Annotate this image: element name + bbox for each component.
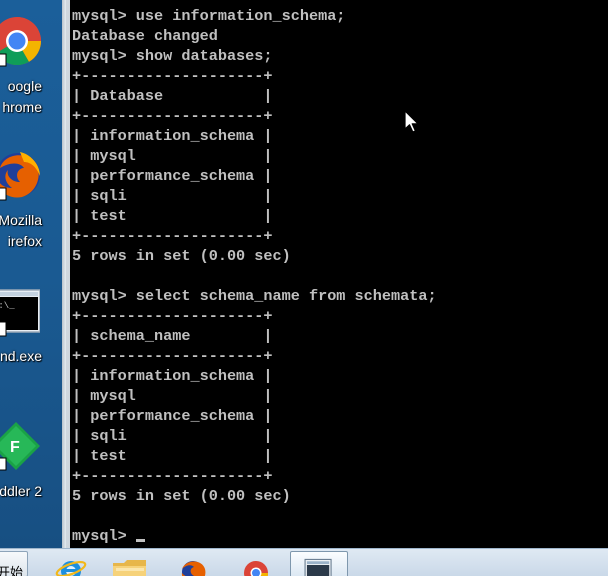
desktop-icon-label: nd.exe (0, 348, 42, 364)
console-prompt: mysql> (72, 527, 136, 545)
console-line: 5 rows in set (0.00 sec) (72, 487, 291, 505)
console-line: +--------------------+ (72, 227, 273, 245)
console-window-border (62, 0, 66, 548)
desktop-icon-label: hrome (2, 99, 42, 115)
cmd-icon: C:\_ (0, 289, 40, 337)
screen: oogle hrome Mozilla irefox C:\_ nd.exe (0, 0, 608, 576)
console-line: | Database | (72, 87, 273, 105)
console-line: mysql> select schema_name from schemata; (72, 287, 437, 305)
console-line: | mysql | (72, 387, 273, 405)
fiddler-icon: F (0, 422, 40, 471)
console-line: mysql> show databases; (72, 47, 273, 65)
console-line: +--------------------+ (72, 67, 273, 85)
console-line: +--------------------+ (72, 307, 273, 325)
chrome-icon (0, 17, 42, 67)
internet-explorer-icon (55, 560, 87, 576)
console-line: +--------------------+ (72, 107, 273, 125)
desktop: oogle hrome Mozilla irefox C:\_ nd.exe (0, 0, 62, 548)
console-line: Database changed (72, 27, 218, 45)
firefox-icon (0, 152, 40, 201)
console-line: | information_schema | (72, 367, 273, 385)
console-line: | schema_name | (72, 327, 273, 345)
console-line: | sqli | (72, 427, 273, 445)
console-line: 5 rows in set (0.00 sec) (72, 247, 291, 265)
mouse-cursor-icon (404, 110, 419, 133)
console-output[interactable]: mysql> use information_schema; Database … (70, 0, 608, 548)
taskbar-chrome[interactable] (234, 555, 274, 576)
taskbar-file-explorer[interactable] (110, 555, 150, 576)
console-line: | mysql | (72, 147, 273, 165)
console-line: mysql> use information_schema; (72, 7, 346, 25)
svg-text:F: F (10, 439, 20, 456)
start-button-label: 开始 (0, 566, 24, 576)
desktop-icon-label: ddler 2 (0, 483, 42, 499)
desktop-icon-chrome[interactable]: oogle hrome (0, 14, 62, 124)
text-cursor (135, 539, 145, 542)
chrome-icon (244, 561, 269, 576)
desktop-icon-cmd[interactable]: C:\_ nd.exe (0, 288, 62, 368)
console-line: | test | (72, 447, 273, 465)
console-line: | performance_schema | (72, 407, 273, 425)
desktop-icon-fiddler[interactable]: F ddler 2 (0, 420, 62, 510)
taskbar-firefox[interactable] (172, 555, 212, 576)
desktop-icon-label: irefox (7, 233, 42, 249)
taskbar-command-prompt[interactable] (290, 551, 348, 576)
console-text: mysql> use information_schema; Database … (72, 6, 437, 546)
desktop-icon-firefox[interactable]: Mozilla irefox (0, 148, 62, 258)
console-line: | sqli | (72, 187, 273, 205)
svg-text:C:\_: C:\_ (0, 301, 15, 311)
console-line: +--------------------+ (72, 467, 273, 485)
console-line: +--------------------+ (72, 347, 273, 365)
console-line: | information_schema | (72, 127, 273, 145)
folder-icon (113, 560, 146, 576)
desktop-icon-label: oogle (7, 78, 42, 94)
console-line: | performance_schema | (72, 167, 273, 185)
taskbar: 开始 (0, 548, 608, 576)
desktop-icon-label: Mozilla (0, 212, 42, 228)
taskbar-internet-explorer[interactable] (50, 555, 90, 576)
console-window[interactable]: mysql> use information_schema; Database … (62, 0, 608, 548)
start-button[interactable]: 开始 (0, 551, 28, 576)
console-line: | test | (72, 207, 273, 225)
firefox-icon (181, 561, 206, 576)
command-prompt-icon (304, 558, 332, 576)
